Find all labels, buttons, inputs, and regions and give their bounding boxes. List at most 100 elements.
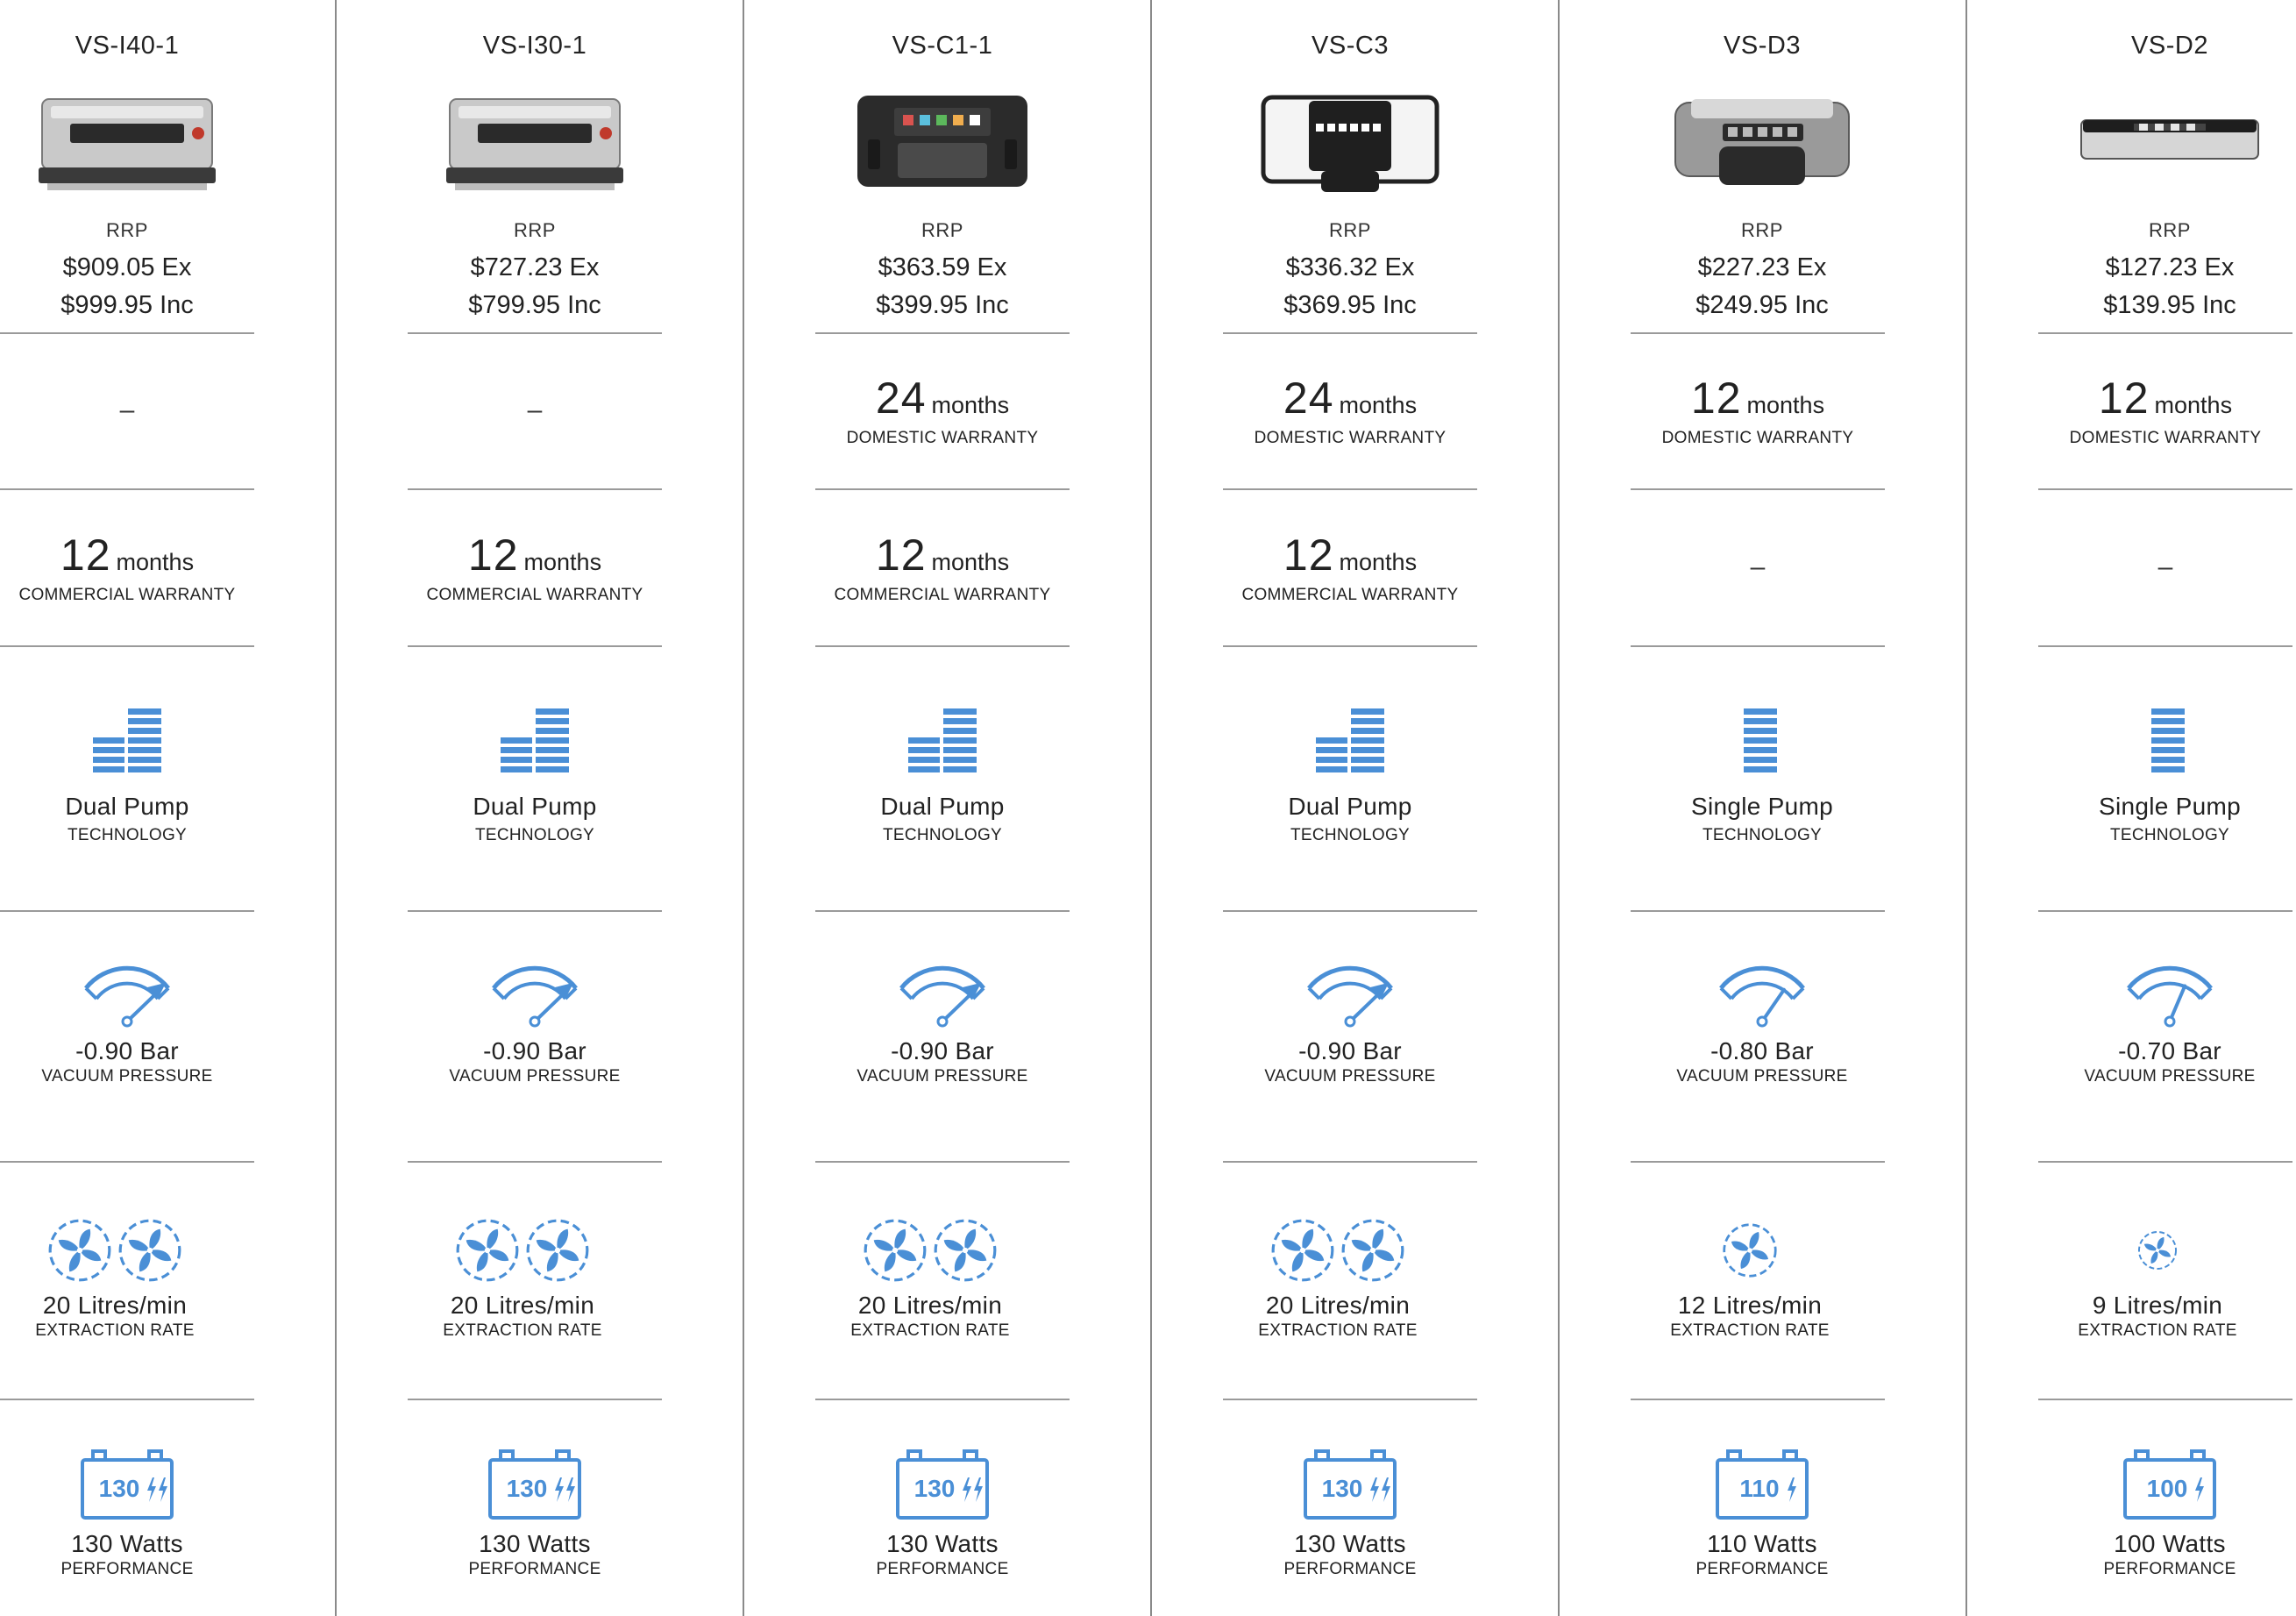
row-separator: [1223, 1161, 1477, 1163]
power-battery-icon: 130: [408, 1449, 662, 1521]
extraction-rate: 9 Litres/min: [2092, 1292, 2223, 1319]
dual-pump-bars-icon: [1223, 707, 1477, 782]
vacuum-sealer-grey-icon[interactable]: [1635, 86, 1889, 200]
performance-label: PERFORMANCE: [468, 1560, 601, 1578]
extraction-rate-label: EXTRACTION RATE: [1258, 1321, 1418, 1340]
domestic-warranty-value-row: 12 months: [2038, 373, 2292, 424]
rrp-label: RRP: [106, 219, 148, 241]
model-name[interactable]: VS-I40-1: [0, 32, 254, 61]
domestic-warranty-unit: months: [1339, 392, 1418, 418]
commercial-warranty: –: [2038, 490, 2292, 644]
price-inc: $369.95 Inc: [1283, 291, 1417, 319]
chamber-sealer-silver-icon[interactable]: [408, 86, 662, 200]
commercial-warranty-value-row: 12 months: [0, 530, 254, 580]
commercial-warranty: 12 months COMMERCIAL WARRANTY: [408, 490, 662, 644]
vacuum-pressure-label: VACUUM PRESSURE: [1264, 1067, 1436, 1086]
price-ex: $727.23 Ex: [470, 253, 600, 281]
technology-label: TECHNOLOGY: [474, 826, 595, 844]
vacuum-pressure-label: VACUUM PRESSURE: [41, 1067, 213, 1086]
domestic-warranty: 12 months DOMESTIC WARRANTY: [2038, 334, 2292, 487]
rrp-label: RRP: [514, 219, 556, 241]
row-separator: [408, 1161, 662, 1163]
extraction-rate-label: EXTRACTION RATE: [35, 1321, 195, 1340]
price-ex: $336.32 Ex: [1285, 253, 1415, 281]
extraction-rate: 20 Litres/min: [42, 1292, 188, 1319]
extraction-rate-label: EXTRACTION RATE: [2078, 1321, 2237, 1340]
extraction-rate-label: EXTRACTION RATE: [443, 1321, 602, 1340]
commercial-warranty-label: COMMERCIAL WARRANTY: [18, 585, 236, 604]
vacuum-gauge-icon: [2043, 960, 2296, 1030]
vacuum-sealer-slim-icon[interactable]: [2043, 86, 2296, 200]
price-block: RRP $363.59 Ex $399.95 Inc: [815, 219, 1070, 324]
domestic-warranty-value-row: 24 months: [1223, 373, 1477, 424]
dual-pump-bars-icon: [408, 707, 662, 782]
power-watts: 130 Watts: [479, 1530, 591, 1557]
rrp-label: RRP: [2149, 219, 2191, 241]
price-block: RRP $227.23 Ex $249.95 Inc: [1635, 219, 1889, 324]
model-name[interactable]: VS-D3: [1635, 32, 1889, 61]
model-name[interactable]: VS-D2: [2043, 32, 2296, 61]
extraction-section: 9 Litres/min EXTRACTION RATE: [2030, 1216, 2285, 1341]
domestic-warranty-unit: months: [931, 392, 1010, 418]
extraction-section: 12 Litres/min EXTRACTION RATE: [1623, 1216, 1877, 1341]
technology-label: TECHNOLOGY: [1290, 826, 1411, 844]
row-separator: [1223, 910, 1477, 912]
price-block: RRP $127.23 Ex $139.95 Inc: [2043, 219, 2296, 324]
row-separator: [815, 645, 1070, 647]
row-separator: [0, 910, 254, 912]
commercial-warranty: 12 months COMMERCIAL WARRANTY: [0, 490, 254, 644]
pump-section: Dual Pump TECHNOLOGY: [408, 707, 662, 845]
price-block: RRP $909.05 Ex $999.95 Inc: [0, 219, 254, 324]
dual-pump-bars-icon: [0, 707, 254, 782]
commercial-warranty-value-row: 12 months: [1223, 530, 1477, 580]
extraction-section: 20 Litres/min EXTRACTION RATE: [803, 1216, 1057, 1341]
domestic-warranty-unit: months: [1746, 392, 1825, 418]
dual-pump-bars-icon: [815, 707, 1070, 782]
technology-label: TECHNOLOGY: [67, 826, 188, 844]
row-separator: [2038, 910, 2292, 912]
extraction-fan-icon: [0, 1216, 242, 1285]
domestic-warranty: –: [0, 334, 254, 487]
domestic-warranty-number: 24: [1283, 374, 1334, 423]
model-name[interactable]: VS-C3: [1223, 32, 1477, 61]
performance-label: PERFORMANCE: [2103, 1560, 2236, 1578]
vacuum-pressure: -0.90 Bar: [483, 1037, 586, 1064]
row-separator: [0, 645, 254, 647]
commercial-warranty-value-row: 12 months: [408, 530, 662, 580]
power-watts: 130 Watts: [886, 1530, 999, 1557]
domestic-warranty-number: 12: [2098, 374, 2150, 423]
vacuum-sealer-black-icon[interactable]: [815, 86, 1070, 200]
model-name[interactable]: VS-C1-1: [815, 32, 1070, 61]
pump-type: Single Pump: [1690, 793, 1834, 820]
svg-text:110: 110: [1739, 1475, 1779, 1502]
extraction-rate: 12 Litres/min: [1677, 1292, 1823, 1319]
vacuum-sealer-white-black-icon[interactable]: [1223, 86, 1477, 200]
extraction-rate: 20 Litres/min: [857, 1292, 1003, 1319]
extraction-section: 20 Litres/min EXTRACTION RATE: [1211, 1216, 1465, 1341]
pump-type: Dual Pump: [880, 793, 1005, 820]
product-column: VS-D2 RRP $127.23 Ex $139.95 Inc 12 months DOM…: [2038, 0, 2296, 1616]
rrp-label: RRP: [921, 219, 963, 241]
commercial-warranty-label: COMMERCIAL WARRANTY: [426, 585, 643, 604]
model-name[interactable]: VS-I30-1: [408, 32, 662, 61]
svg-text:130: 130: [99, 1475, 140, 1502]
vacuum-section: -0.90 Bar VACUUM PRESSURE: [0, 960, 254, 1086]
vacuum-pressure-label: VACUUM PRESSURE: [857, 1067, 1028, 1086]
domestic-warranty: 24 months DOMESTIC WARRANTY: [815, 334, 1070, 487]
extraction-fan-icon: [1623, 1216, 1877, 1285]
extraction-fan-icon: [2030, 1216, 2285, 1285]
domestic-warranty-label: DOMESTIC WARRANTY: [1254, 429, 1447, 447]
extraction-section: 20 Litres/min EXTRACTION RATE: [395, 1216, 650, 1341]
extraction-section: 20 Litres/min EXTRACTION RATE: [0, 1216, 242, 1341]
domestic-warranty-label: DOMESTIC WARRANTY: [1661, 429, 1854, 447]
performance-section: 130 130 Watts PERFORMANCE: [815, 1449, 1070, 1579]
vacuum-pressure-label: VACUUM PRESSURE: [449, 1067, 621, 1086]
power-battery-icon: 110: [1635, 1449, 1889, 1521]
product-column: VS-C3 RRP $336.32 Ex $369.95 Inc 24 months DOM…: [1223, 0, 1605, 1616]
chamber-sealer-silver-icon[interactable]: [0, 86, 254, 200]
pump-type: Dual Pump: [1288, 793, 1412, 820]
vacuum-pressure: -0.90 Bar: [891, 1037, 994, 1064]
power-watts: 130 Watts: [1294, 1530, 1406, 1557]
extraction-rate-label: EXTRACTION RATE: [850, 1321, 1010, 1340]
price-block: RRP $336.32 Ex $369.95 Inc: [1223, 219, 1477, 324]
